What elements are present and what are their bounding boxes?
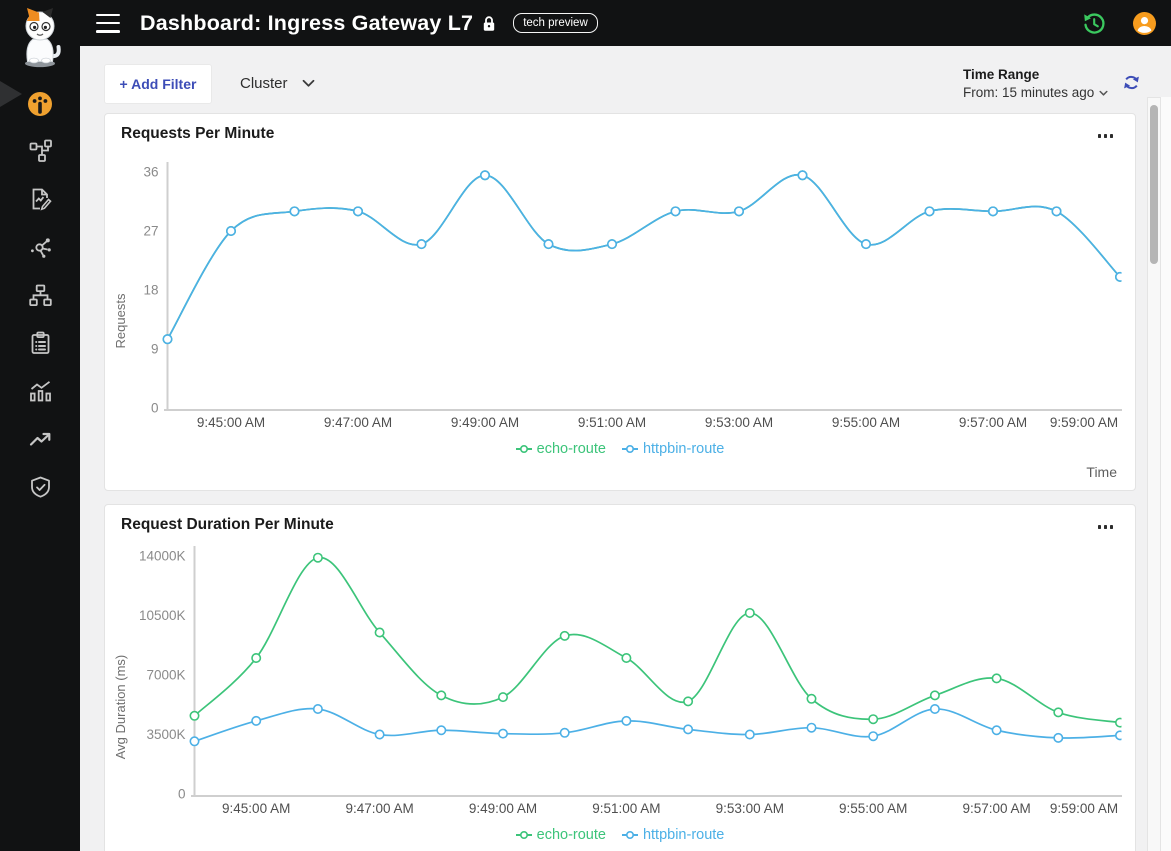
sidebar-item-metrics[interactable] (27, 379, 53, 405)
svg-text:9:45:00 AM: 9:45:00 AM (197, 415, 265, 430)
time-range-from-dropdown[interactable]: From: 15 minutes ago (963, 85, 1108, 100)
kuma-cat-logo (17, 6, 63, 73)
lock-icon (482, 15, 496, 32)
legend-item-echo-route[interactable]: echo-route (516, 441, 606, 457)
legend-line-marker-icon (622, 830, 638, 840)
panel-request-duration-per-minute: Request Duration Per Minute 0 3500K 7000K 1… (104, 504, 1136, 851)
chevron-down-icon (302, 75, 315, 92)
svg-text:0: 0 (151, 401, 159, 416)
svg-text:9:55:00 AM: 9:55:00 AM (832, 415, 900, 430)
sidebar-item-proxies[interactable] (27, 235, 53, 261)
tech-preview-badge: tech preview (513, 13, 598, 34)
sidebar-item-security[interactable] (27, 475, 53, 501)
svg-text:7000K: 7000K (146, 668, 185, 683)
scroll-gutter (1161, 97, 1171, 851)
panel-title: Request Duration Per Minute (121, 516, 334, 534)
legend-item-httpbin-route[interactable]: httpbin-route (622, 827, 724, 843)
svg-text:9:55:00 AM: 9:55:00 AM (839, 801, 907, 816)
svg-text:Requests: Requests (113, 293, 128, 348)
chart-bars-icon (28, 392, 53, 407)
sidebar (0, 46, 80, 851)
svg-text:9:47:00 AM: 9:47:00 AM (324, 415, 392, 430)
cluster-dropdown-label: Cluster (240, 75, 288, 92)
svg-text:9:53:00 AM: 9:53:00 AM (705, 415, 773, 430)
svg-text:14000K: 14000K (139, 549, 186, 564)
time-range-control: Time Range From: 15 minutes ago (963, 67, 1108, 100)
svg-text:10500K: 10500K (139, 608, 186, 623)
svg-text:9:57:00 AM: 9:57:00 AM (962, 801, 1030, 816)
request-duration-per-minute-chart: 0 3500K 7000K 10500K 14000K 9:45:00 AM 9:47:00… (105, 541, 1137, 851)
sidebar-item-reports[interactable] (27, 187, 53, 213)
shield-check-icon (28, 488, 53, 503)
panel-requests-per-minute: Requests Per Minute 0 9 18 27 36 9:45:00 AM 9:… (104, 113, 1136, 491)
legend-label: echo-route (537, 827, 606, 843)
svg-text:9:59:00 AM: 9:59:00 AM (1050, 801, 1118, 816)
chart-legend: echo-route httpbin-route (105, 827, 1135, 843)
time-range-label: Time Range (963, 67, 1108, 82)
sidebar-item-policies[interactable] (27, 331, 53, 357)
legend-line-marker-icon (516, 444, 532, 454)
git-network-icon (28, 152, 53, 167)
sidebar-item-service-graph[interactable] (27, 139, 53, 165)
avatar-icon[interactable] (1133, 12, 1156, 35)
sidebar-item-trends[interactable] (27, 427, 53, 453)
legend-label: echo-route (537, 441, 606, 457)
svg-text:9:49:00 AM: 9:49:00 AM (451, 415, 519, 430)
panel-title: Requests Per Minute (121, 125, 274, 143)
chevron-down-icon (1099, 85, 1108, 100)
svg-text:9:51:00 AM: 9:51:00 AM (592, 801, 660, 816)
scrollbar-track[interactable] (1147, 97, 1161, 851)
document-edit-icon (28, 200, 53, 215)
svg-text:9:53:00 AM: 9:53:00 AM (716, 801, 784, 816)
app-header: Dashboard: Ingress Gateway L7 tech previ… (0, 0, 1171, 46)
legend-label: httpbin-route (643, 441, 724, 457)
svg-text:9:47:00 AM: 9:47:00 AM (345, 801, 413, 816)
sitemap-icon (28, 296, 53, 311)
svg-text:27: 27 (143, 224, 158, 239)
svg-text:9:57:00 AM: 9:57:00 AM (959, 415, 1027, 430)
svg-text:36: 36 (143, 165, 158, 180)
time-range-from-value: From: 15 minutes ago (963, 85, 1094, 100)
ellipsis-icon[interactable] (1098, 521, 1113, 533)
gauge-icon (27, 105, 53, 120)
ellipsis-icon[interactable] (1098, 130, 1113, 142)
main-content: + Add Filter Cluster Time Range From: 15… (80, 46, 1171, 851)
trending-up-icon (28, 440, 53, 455)
chart-legend: echo-route httpbin-route (105, 441, 1135, 457)
legend-item-echo-route[interactable]: echo-route (516, 827, 606, 843)
sidebar-item-dashboards[interactable] (27, 91, 53, 117)
scrollbar-thumb[interactable] (1150, 105, 1158, 264)
refresh-icon[interactable] (1122, 73, 1141, 92)
legend-line-marker-icon (622, 444, 638, 454)
svg-text:Time: Time (1086, 464, 1117, 480)
svg-text:9:59:00 AM: 9:59:00 AM (1050, 415, 1118, 430)
history-icon[interactable] (1081, 11, 1106, 36)
svg-text:9:49:00 AM: 9:49:00 AM (469, 801, 537, 816)
svg-text:0: 0 (178, 787, 186, 802)
share-network-icon (28, 248, 53, 263)
svg-text:9:51:00 AM: 9:51:00 AM (578, 415, 646, 430)
legend-item-httpbin-route[interactable]: httpbin-route (622, 441, 724, 457)
svg-text:9: 9 (151, 342, 159, 357)
legend-label: httpbin-route (643, 827, 724, 843)
svg-text:9:45:00 AM: 9:45:00 AM (222, 801, 290, 816)
svg-text:3500K: 3500K (146, 727, 185, 742)
svg-text:18: 18 (143, 283, 158, 298)
add-filter-button[interactable]: + Add Filter (104, 64, 212, 104)
legend-line-marker-icon (516, 830, 532, 840)
cluster-dropdown[interactable]: Cluster (240, 75, 315, 92)
svg-text:Avg Duration (ms): Avg Duration (ms) (113, 655, 128, 760)
page-title: Dashboard: Ingress Gateway L7 (140, 11, 473, 36)
sidebar-item-gateways[interactable] (27, 283, 53, 309)
clipboard-list-icon (28, 344, 53, 359)
menu-icon[interactable] (96, 14, 120, 33)
